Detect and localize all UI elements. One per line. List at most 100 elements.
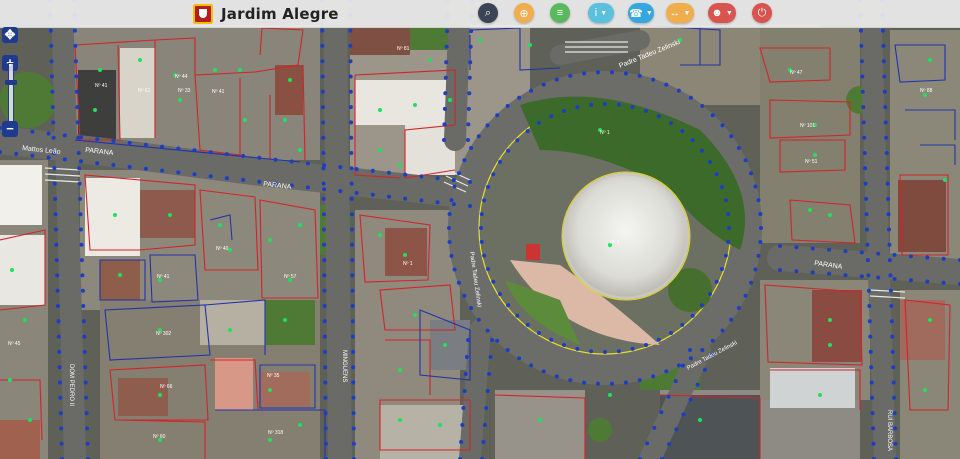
street-light-point[interactable] bbox=[688, 397, 693, 402]
street-light-point[interactable] bbox=[160, 168, 165, 173]
street-light-point[interactable] bbox=[322, 242, 327, 247]
street-light-point[interactable] bbox=[753, 267, 758, 272]
street-light-point[interactable] bbox=[888, 273, 893, 278]
street-light-point[interactable] bbox=[860, 89, 865, 94]
street-light-point[interactable] bbox=[827, 247, 832, 252]
street-light-point[interactable] bbox=[870, 411, 875, 416]
street-light-point[interactable] bbox=[350, 288, 355, 293]
street-light-point[interactable] bbox=[778, 244, 782, 248]
street-light-point[interactable] bbox=[893, 426, 898, 431]
street-light-point[interactable] bbox=[659, 410, 664, 415]
street-light-point[interactable] bbox=[488, 355, 493, 359]
street-light-point[interactable] bbox=[351, 426, 356, 431]
street-light-point[interactable] bbox=[753, 184, 758, 189]
street-light-point[interactable] bbox=[351, 411, 356, 416]
street-light-point[interactable] bbox=[46, 155, 51, 160]
street-light-point[interactable] bbox=[30, 129, 35, 134]
street-light-point[interactable] bbox=[891, 365, 896, 370]
street-light-point[interactable] bbox=[48, 28, 53, 33]
street-light-point[interactable] bbox=[456, 171, 461, 176]
street-light-point[interactable] bbox=[322, 273, 327, 278]
parcel-point[interactable] bbox=[403, 253, 407, 257]
street-light-point[interactable] bbox=[435, 176, 440, 181]
street-light-point[interactable] bbox=[143, 142, 148, 147]
street-light-point[interactable] bbox=[322, 334, 327, 339]
street-light-point[interactable] bbox=[656, 114, 661, 119]
street-light-point[interactable] bbox=[498, 160, 502, 164]
street-light-point[interactable] bbox=[888, 288, 893, 293]
street-light-point[interactable] bbox=[75, 120, 80, 125]
street-light-point[interactable] bbox=[14, 151, 19, 156]
street-light-point[interactable] bbox=[749, 171, 754, 176]
street-light-point[interactable] bbox=[320, 74, 325, 79]
street-light-point[interactable] bbox=[79, 159, 83, 164]
street-light-point[interactable] bbox=[669, 121, 673, 125]
street-light-point[interactable] bbox=[652, 425, 657, 430]
street-light-point[interactable] bbox=[127, 140, 132, 145]
street-light-point[interactable] bbox=[49, 43, 54, 48]
parcel-point[interactable] bbox=[478, 38, 482, 42]
street-light-point[interactable] bbox=[62, 157, 67, 162]
parcel-point[interactable] bbox=[138, 58, 142, 62]
street-light-point[interactable] bbox=[442, 106, 447, 111]
parcel-point[interactable] bbox=[413, 103, 417, 107]
street-light-point[interactable] bbox=[349, 135, 354, 140]
street-light-point[interactable] bbox=[323, 365, 328, 370]
street-light-point[interactable] bbox=[891, 380, 896, 385]
street-light-point[interactable] bbox=[289, 159, 294, 164]
street-light-point[interactable] bbox=[79, 242, 84, 247]
street-light-point[interactable] bbox=[435, 200, 440, 205]
street-light-point[interactable] bbox=[46, 131, 51, 136]
street-light-point[interactable] bbox=[541, 82, 546, 87]
street-light-point[interactable] bbox=[468, 44, 473, 49]
street-light-point[interactable] bbox=[908, 278, 913, 283]
street-light-point[interactable] bbox=[720, 267, 724, 271]
street-light-point[interactable] bbox=[862, 135, 867, 140]
street-light-point[interactable] bbox=[589, 349, 594, 354]
street-light-point[interactable] bbox=[651, 374, 656, 379]
street-light-point[interactable] bbox=[348, 74, 353, 79]
street-light-point[interactable] bbox=[549, 114, 554, 119]
phone-button[interactable]: ☎ ▼ bbox=[628, 3, 654, 23]
street-light-point[interactable] bbox=[758, 240, 763, 244]
street-light-point[interactable] bbox=[83, 365, 88, 370]
parcel-point[interactable] bbox=[213, 68, 217, 72]
street-light-point[interactable] bbox=[868, 349, 873, 354]
street-light-point[interactable] bbox=[82, 334, 87, 339]
street-light-point[interactable] bbox=[323, 395, 328, 400]
street-light-point[interactable] bbox=[889, 304, 894, 308]
street-light-point[interactable] bbox=[349, 166, 354, 171]
parcel-point[interactable] bbox=[808, 208, 812, 212]
street-light-point[interactable] bbox=[637, 378, 642, 383]
street-light-point[interactable] bbox=[562, 109, 566, 113]
street-light-point[interactable] bbox=[452, 267, 457, 272]
street-light-point[interactable] bbox=[84, 395, 89, 400]
street-light-point[interactable] bbox=[79, 227, 83, 232]
street-light-point[interactable] bbox=[351, 349, 356, 354]
parcel-point[interactable] bbox=[413, 313, 417, 317]
street-light-point[interactable] bbox=[582, 71, 587, 76]
street-light-point[interactable] bbox=[884, 135, 889, 140]
street-light-point[interactable] bbox=[880, 28, 885, 33]
street-light-point[interactable] bbox=[892, 252, 897, 257]
street-light-point[interactable] bbox=[630, 105, 635, 110]
parcel-point[interactable] bbox=[93, 108, 97, 112]
street-light-point[interactable] bbox=[892, 411, 897, 416]
street-light-point[interactable] bbox=[688, 356, 693, 361]
street-light-point[interactable] bbox=[867, 319, 872, 324]
street-light-point[interactable] bbox=[610, 70, 614, 75]
parcel-point[interactable] bbox=[538, 418, 542, 422]
street-light-point[interactable] bbox=[323, 380, 328, 385]
street-light-point[interactable] bbox=[338, 165, 343, 170]
street-light-point[interactable] bbox=[447, 212, 452, 216]
street-light-point[interactable] bbox=[882, 74, 887, 79]
street-light-point[interactable] bbox=[442, 138, 446, 142]
street-light-point[interactable] bbox=[925, 255, 930, 260]
street-light-point[interactable] bbox=[54, 242, 59, 247]
street-light-point[interactable] bbox=[476, 134, 481, 139]
street-light-point[interactable] bbox=[467, 91, 472, 96]
street-light-point[interactable] bbox=[338, 189, 343, 194]
street-light-point[interactable] bbox=[348, 43, 353, 48]
street-light-point[interactable] bbox=[57, 365, 62, 370]
street-light-point[interactable] bbox=[349, 212, 354, 217]
